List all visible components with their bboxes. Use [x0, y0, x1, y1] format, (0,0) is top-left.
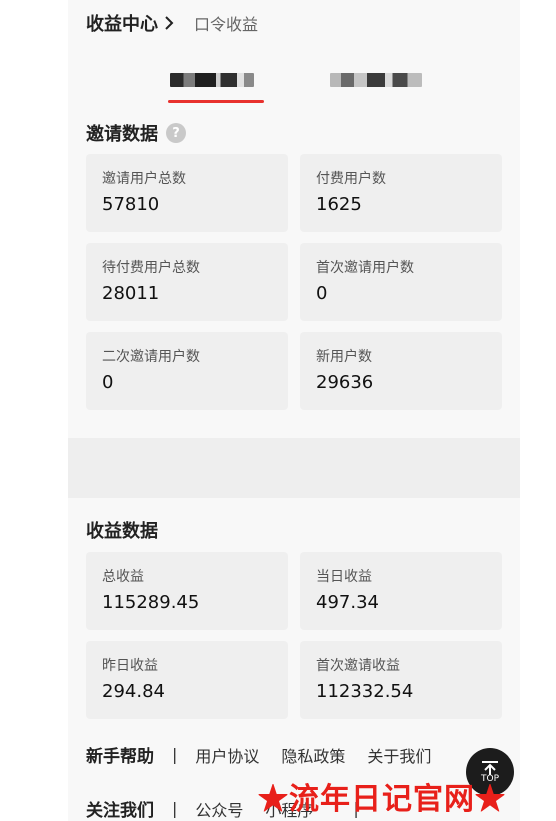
- stat-label: 首次邀请用户数: [316, 260, 414, 276]
- stat-label: 付费用户数: [316, 171, 386, 187]
- stat-value: 115289.45: [102, 592, 200, 613]
- stat-card-total-invited: 邀请用户总数 57810: [86, 154, 288, 232]
- stat-value: 112332.54: [316, 681, 414, 702]
- stat-value: 0: [102, 372, 114, 393]
- stat-label: 邀请用户总数: [102, 171, 186, 187]
- tab-active[interactable]: [170, 68, 254, 92]
- section-divider: [68, 438, 520, 498]
- chevron-right-icon[interactable]: [164, 16, 174, 30]
- earnings-title-text: 收益数据: [86, 521, 158, 542]
- help-icon[interactable]: ?: [166, 123, 186, 143]
- watermark: ★流年日记官网★: [258, 782, 506, 817]
- stat-card-yesterday-earnings: 昨日收益 294.84: [86, 641, 288, 719]
- stat-card-first-invite-earnings: 首次邀请收益 112332.54: [300, 641, 502, 719]
- user-agreement-link[interactable]: 用户协议: [195, 743, 259, 767]
- active-tab-indicator: [168, 100, 264, 103]
- stat-label: 新用户数: [316, 349, 372, 365]
- blurred-tab-label: [170, 73, 254, 87]
- right-margin: [520, 0, 556, 821]
- stat-value: 497.34: [316, 592, 379, 613]
- footer-help-row: 新手帮助 | 用户协议 隐私政策 关于我们: [86, 742, 453, 767]
- blurred-tab-label: [330, 73, 422, 87]
- footer-follow-title: 关注我们: [86, 801, 154, 821]
- about-us-link[interactable]: 关于我们: [367, 743, 431, 767]
- stat-card-new-users: 新用户数 29636: [300, 332, 502, 410]
- tab-bar: [68, 62, 520, 110]
- footer-help-title: 新手帮助: [86, 747, 154, 767]
- privacy-policy-link[interactable]: 隐私政策: [281, 743, 345, 767]
- stat-label: 待付费用户总数: [102, 260, 200, 276]
- stat-label: 当日收益: [316, 569, 372, 585]
- footer-separator: |: [172, 799, 178, 818]
- invite-title-text: 邀请数据: [86, 124, 158, 145]
- stat-card-second-invite: 二次邀请用户数 0: [86, 332, 288, 410]
- stat-card-total-earnings: 总收益 115289.45: [86, 552, 288, 630]
- stat-value: 28011: [102, 283, 160, 304]
- stat-card-today-earnings: 当日收益 497.34: [300, 552, 502, 630]
- official-account-link[interactable]: 公众号: [195, 797, 243, 821]
- stat-label: 首次邀请收益: [316, 658, 400, 674]
- stat-value: 29636: [316, 372, 374, 393]
- invite-section-title: 邀请数据 ?: [86, 120, 186, 146]
- stat-value: 1625: [316, 194, 362, 215]
- tab-inactive[interactable]: [330, 68, 422, 92]
- earnings-section-title: 收益数据: [86, 517, 158, 543]
- page-title[interactable]: 收益中心: [86, 10, 158, 36]
- stat-card-pending-paid: 待付费用户总数 28011: [86, 243, 288, 321]
- left-margin: [0, 0, 68, 821]
- stat-card-paid-users: 付费用户数 1625: [300, 154, 502, 232]
- page-subtitle[interactable]: 口令收益: [194, 11, 258, 35]
- stat-label: 二次邀请用户数: [102, 349, 200, 365]
- stat-label: 昨日收益: [102, 658, 158, 674]
- stat-card-first-invite: 首次邀请用户数 0: [300, 243, 502, 321]
- footer-separator: |: [172, 745, 178, 764]
- page-header: 收益中心 口令收益: [86, 10, 258, 36]
- stat-value: 57810: [102, 194, 160, 215]
- stat-value: 294.84: [102, 681, 165, 702]
- stat-value: 0: [316, 283, 328, 304]
- stat-label: 总收益: [102, 569, 144, 585]
